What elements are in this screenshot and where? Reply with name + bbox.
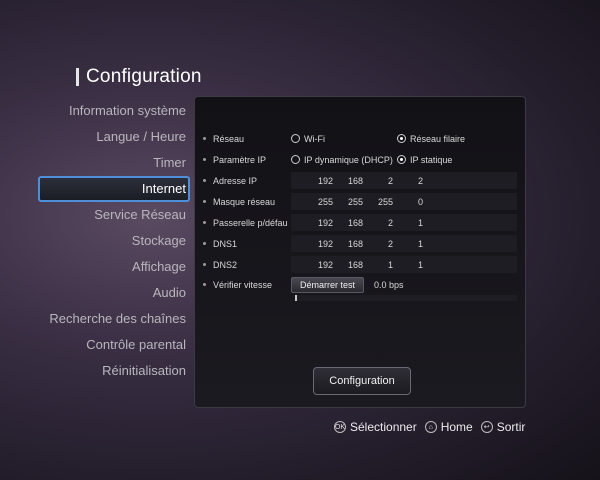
speed-test-progress-bar: [295, 295, 517, 301]
sidebar-item-network-service[interactable]: Service Réseau: [38, 202, 188, 228]
sidebar-item-internet[interactable]: Internet: [38, 176, 190, 202]
bullet-icon: [203, 179, 206, 182]
radio-wifi-label: Wi-Fi: [304, 133, 325, 144]
ip-octet: 0: [417, 196, 423, 207]
gateway-row: Passerelle p/défau 192 168 2 1: [203, 213, 517, 232]
gateway-label: Passerelle p/défau: [213, 217, 288, 228]
ip-octet: 192: [317, 175, 333, 186]
dns1-label: DNS1: [213, 238, 238, 249]
ip-address-field[interactable]: 192 168 2 2: [291, 172, 517, 189]
ip-octet: 2: [417, 175, 423, 186]
ip-octet: 168: [347, 175, 363, 186]
ip-octet: 255: [347, 196, 363, 207]
radio-on-icon: [397, 155, 406, 164]
hint-exit-label: Sortir: [496, 420, 526, 434]
dns2-label: DNS2: [213, 259, 238, 270]
radio-on-icon: [397, 134, 406, 143]
ip-address-label: Adresse IP: [213, 175, 258, 186]
ip-octet: 168: [347, 259, 363, 270]
sidebar-item-storage[interactable]: Stockage: [38, 228, 188, 254]
dns1-field[interactable]: 192 168 2 1: [291, 235, 517, 252]
bullet-icon: [203, 242, 206, 245]
bullet-icon: [203, 283, 206, 286]
radio-dhcp[interactable]: IP dynamique (DHCP): [291, 155, 397, 165]
sidebar-item-language-time[interactable]: Langue / Heure: [38, 124, 188, 150]
radio-wired[interactable]: Réseau filaire: [397, 134, 465, 144]
ip-param-row: Paramètre IP IP dynamique (DHCP) IP stat…: [203, 150, 517, 169]
radio-wifi[interactable]: Wi-Fi: [291, 134, 397, 144]
page-title-text: Configuration: [86, 66, 202, 87]
bullet-icon: [203, 200, 206, 203]
bullet-icon: [203, 137, 206, 140]
title-accent-bar: [76, 68, 79, 86]
ip-octet: 192: [317, 259, 333, 270]
subnet-mask-row: Masque réseau 255 255 255 0: [203, 192, 517, 211]
subnet-mask-label: Masque réseau: [213, 196, 276, 207]
ip-param-label: Paramètre IP: [213, 154, 267, 165]
radio-wired-label: Réseau filaire: [410, 133, 466, 144]
hint-select[interactable]: OK Sélectionner: [334, 420, 417, 434]
ip-address-row: Adresse IP 192 168 2 2: [203, 171, 517, 190]
sidebar-item-system-info[interactable]: Information système: [38, 98, 188, 124]
radio-off-icon: [291, 134, 300, 143]
ip-octet: 192: [317, 238, 333, 249]
subnet-mask-field[interactable]: 255 255 255 0: [291, 193, 517, 210]
speed-test-label: Vérifier vitesse: [213, 279, 273, 290]
configuration-button[interactable]: Configuration: [313, 367, 411, 395]
hint-home[interactable]: ⌂ Home: [424, 420, 473, 434]
ip-octet: 2: [387, 238, 393, 249]
hint-select-label: Sélectionner: [350, 420, 417, 434]
hint-home-label: Home: [440, 420, 473, 434]
speed-test-row: Vérifier vitesse Démarrer test 0.0 bps: [203, 275, 517, 294]
ip-octet: 192: [317, 217, 333, 228]
radio-dhcp-label: IP dynamique (DHCP): [304, 154, 393, 165]
gateway-field[interactable]: 192 168 2 1: [291, 214, 517, 231]
sidebar-item-display[interactable]: Affichage: [38, 254, 188, 280]
speed-result: 0.0 bps: [374, 279, 404, 290]
network-label: Réseau: [213, 133, 245, 144]
ip-octet: 168: [347, 238, 363, 249]
ip-octet: 2: [387, 175, 393, 186]
bullet-icon: [203, 263, 206, 266]
home-icon: ⌂: [424, 421, 437, 433]
ip-octet: 1: [417, 238, 423, 249]
ip-octet: 1: [417, 259, 423, 270]
network-row: Réseau Wi-Fi Réseau filaire: [203, 129, 517, 148]
page-title: Configuration: [76, 66, 202, 88]
ip-octet: 168: [347, 217, 363, 228]
ip-octet: 1: [417, 217, 423, 228]
ip-octet: 1: [387, 259, 393, 270]
radio-off-icon: [291, 155, 300, 164]
dns1-row: DNS1 192 168 2 1: [203, 234, 517, 253]
radio-static[interactable]: IP statique: [397, 155, 452, 165]
internet-settings-panel: Réseau Wi-Fi Réseau filaire Paramètre IP…: [194, 96, 526, 408]
ok-button-icon: OK: [334, 421, 346, 433]
footer-hints: OK Sélectionner ⌂ Home ↩ Sortir: [334, 420, 533, 434]
sidebar-item-parental-control[interactable]: Contrôle parental: [38, 332, 188, 358]
ip-octet: 2: [387, 217, 393, 228]
ip-octet: 255: [377, 196, 393, 207]
sidebar-item-audio[interactable]: Audio: [38, 280, 188, 306]
ip-octet: 255: [317, 196, 333, 207]
radio-static-label: IP statique: [410, 154, 453, 165]
sidebar-item-timer[interactable]: Timer: [38, 150, 188, 176]
back-icon: ↩: [480, 421, 493, 433]
hint-exit[interactable]: ↩ Sortir: [480, 420, 526, 434]
dns2-row: DNS2 192 168 1 1: [203, 255, 517, 274]
start-test-button[interactable]: Démarrer test: [291, 276, 365, 293]
bullet-icon: [203, 221, 206, 224]
sidebar-menu: Information système Langue / Heure Timer…: [38, 98, 190, 384]
dns2-field[interactable]: 192 168 1 1: [291, 256, 517, 273]
sidebar-item-channel-search[interactable]: Recherche des chaînes: [38, 306, 188, 332]
bullet-icon: [203, 158, 206, 161]
sidebar-item-reset[interactable]: Réinitialisation: [38, 358, 188, 384]
progress-fill: [295, 295, 298, 301]
